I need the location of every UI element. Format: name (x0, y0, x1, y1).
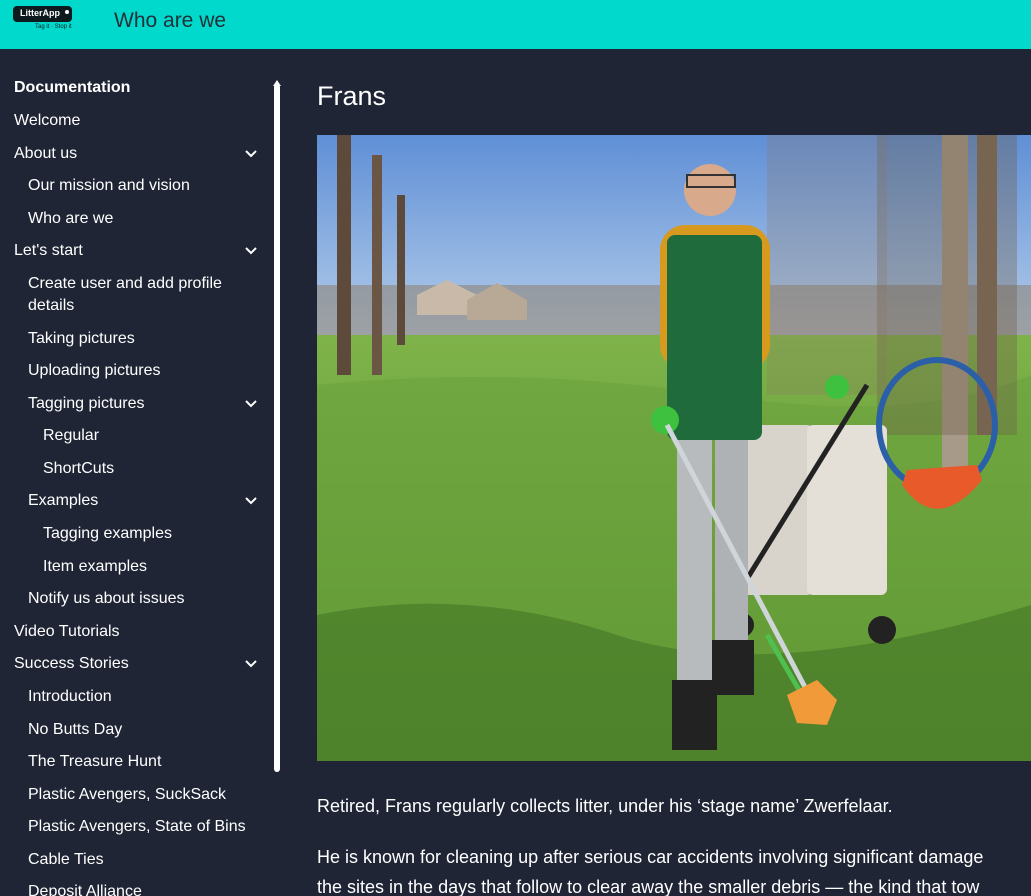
logo-text: LitterApp (20, 8, 60, 18)
body-paragraph-1: Retired, Frans regularly collects litter… (317, 796, 893, 816)
sidebar-item-taking-pictures[interactable]: Taking pictures (28, 329, 135, 349)
sidebar-item-suck-sack[interactable]: Plastic Avengers, SuckSack (28, 785, 226, 805)
sidebar-item-item-examples[interactable]: Item examples (43, 557, 147, 577)
sidebar-item-cable-ties[interactable]: Cable Ties (28, 850, 104, 870)
logo-dot (65, 10, 69, 14)
sidebar-item-treasure-hunt[interactable]: The Treasure Hunt (28, 752, 161, 772)
sidebar-nav: Documentation Welcome About us Our missi… (0, 49, 290, 896)
chevron-down-icon[interactable] (244, 244, 258, 258)
logo-tagline: Tag it · Stop it (35, 24, 72, 30)
chevron-down-icon[interactable] (244, 147, 258, 161)
sidebar-item-introduction[interactable]: Introduction (28, 687, 112, 707)
body-paragraph-2: He is known for cleaning up after seriou… (317, 847, 984, 867)
sidebar-heading: Documentation (14, 79, 131, 96)
sidebar-item-welcome[interactable]: Welcome (14, 111, 80, 131)
litterapp-logo[interactable]: LitterApp Tag it · Stop it (13, 6, 72, 34)
sidebar-item-create-user-line2[interactable]: details (28, 296, 74, 316)
page-title: Frans (317, 81, 387, 111)
sidebar-item-create-user[interactable]: Create user and add profile (28, 274, 222, 294)
sidebar-item-mission-vision[interactable]: Our mission and vision (28, 176, 190, 196)
sidebar-item-tagging-examples[interactable]: Tagging examples (43, 524, 172, 544)
sidebar-item-notify-issues[interactable]: Notify us about issues (28, 589, 185, 609)
sidebar-item-shortcuts[interactable]: ShortCuts (43, 459, 114, 479)
sidebar-item-uploading-pictures[interactable]: Uploading pictures (28, 361, 161, 381)
logo-badge: LitterApp (13, 6, 72, 22)
chevron-down-icon[interactable] (244, 494, 258, 508)
frans-photo (317, 135, 1031, 761)
sidebar-scrollbar[interactable] (274, 84, 280, 772)
sidebar-item-deposit-alliance[interactable]: Deposit Alliance (28, 882, 142, 896)
sidebar-item-examples[interactable]: Examples (28, 491, 98, 511)
body-paragraph-3: the sites in the days that follow to cle… (317, 877, 980, 896)
sidebar-item-video-tutorials[interactable]: Video Tutorials (14, 622, 120, 642)
sidebar-item-tagging-pictures[interactable]: Tagging pictures (28, 394, 145, 414)
sidebar-item-state-of-bins[interactable]: Plastic Avengers, State of Bins (28, 817, 246, 837)
top-bar: LitterApp Tag it · Stop it Who are we (0, 0, 1031, 49)
sidebar-item-no-butts-day[interactable]: No Butts Day (28, 720, 122, 740)
main-content: Frans Retired, Frans regularly collects … (290, 49, 1031, 896)
chevron-down-icon[interactable] (244, 397, 258, 411)
sidebar-item-who-are-we[interactable]: Who are we (28, 209, 113, 229)
chevron-down-icon[interactable] (244, 657, 258, 671)
sidebar-item-about-us[interactable]: About us (14, 144, 77, 164)
sidebar-item-success-stories[interactable]: Success Stories (14, 654, 129, 674)
page-heading: Who are we (114, 9, 227, 32)
sidebar-item-regular[interactable]: Regular (43, 426, 99, 446)
sidebar-item-lets-start[interactable]: Let's start (14, 241, 83, 261)
